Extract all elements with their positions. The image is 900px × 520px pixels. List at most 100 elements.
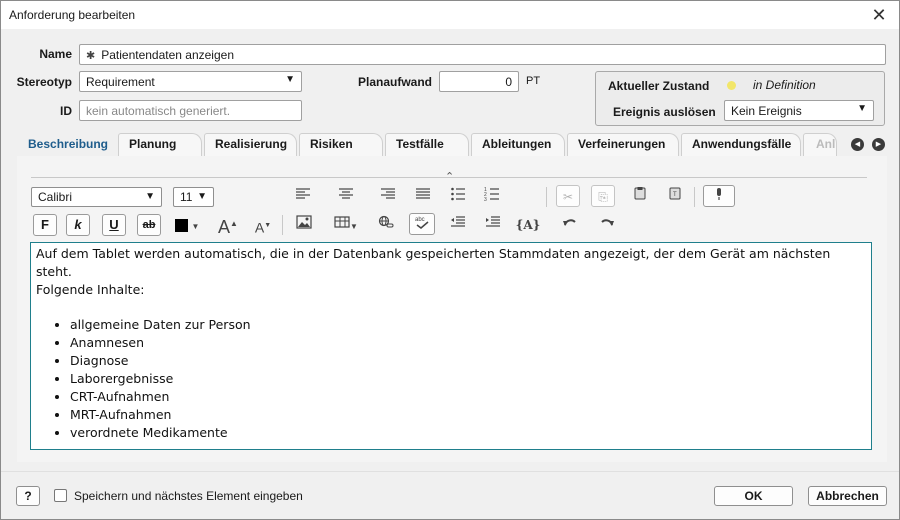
toolbar-divider xyxy=(31,177,867,178)
toolbar-separator xyxy=(546,187,547,207)
outdent-icon[interactable] xyxy=(446,214,470,236)
current-state-label: Aktueller Zustand xyxy=(608,79,710,93)
trigger-event-label: Ereignis auslösen xyxy=(613,105,716,119)
description-list: allgemeine Daten zur Person Anamnesen Di… xyxy=(70,316,866,442)
stereotype-value: Requirement xyxy=(86,75,155,89)
spellcheck-icon[interactable]: abc xyxy=(409,213,435,235)
table-icon[interactable]: ▼ xyxy=(329,214,363,236)
trigger-event-value: Kein Ereignis xyxy=(731,104,802,118)
plan-effort-label: Planaufwand xyxy=(357,75,432,89)
toolbar-separator xyxy=(694,187,695,207)
name-field[interactable]: ✱ Patientendaten anzeigen xyxy=(79,44,886,65)
tab-scroll-right-icon[interactable]: ▶ xyxy=(872,138,885,151)
help-button[interactable]: ? xyxy=(16,486,40,506)
svg-text:T: T xyxy=(673,192,677,198)
stereotype-label: Stereotyp xyxy=(16,75,72,89)
tab-ableitungen[interactable]: Ableitungen xyxy=(471,133,565,157)
name-label: Name xyxy=(39,47,72,61)
italic-button[interactable]: k xyxy=(66,214,90,236)
list-item: MRT-Aufnahmen xyxy=(70,406,866,424)
dialog-footer: ? Speichern und nächstes Element eingebe… xyxy=(1,471,899,519)
svg-text:3: 3 xyxy=(484,197,487,201)
plan-effort-field[interactable]: 0 xyxy=(439,71,519,92)
description-line-1: Auf dem Tablet werden automatisch, die i… xyxy=(36,246,831,279)
cancel-button[interactable]: Abbrechen xyxy=(808,486,887,506)
paste-icon[interactable] xyxy=(628,185,652,207)
grow-font-icon[interactable]: A▲ xyxy=(216,213,240,237)
tab-anwendungsfaelle[interactable]: Anwendungsfälle xyxy=(681,133,801,157)
close-icon[interactable]: ✕ xyxy=(867,5,891,25)
align-left-icon[interactable] xyxy=(291,186,315,208)
trigger-event-dropdown[interactable]: Kein Ereignis ▼ xyxy=(724,100,874,121)
name-value: Patientendaten anzeigen xyxy=(101,48,234,62)
underline-button[interactable]: U xyxy=(102,214,126,236)
bold-button[interactable]: F xyxy=(33,214,57,236)
align-justify-icon[interactable] xyxy=(411,186,435,208)
variable-icon[interactable]: {A} xyxy=(513,214,543,236)
font-family-dropdown[interactable]: Calibri ▼ xyxy=(31,187,162,207)
dropdown-arrow-icon: ▼ xyxy=(285,74,295,85)
bullet-list-icon[interactable] xyxy=(446,186,470,208)
copy-icon[interactable]: ⎘ xyxy=(591,185,615,207)
edit-requirement-dialog: Anforderung bearbeiten ✕ Name ✱ Patienten… xyxy=(0,0,900,520)
indent-icon[interactable] xyxy=(481,214,505,236)
dropdown-arrow-icon: ▼ xyxy=(857,103,867,114)
dropdown-arrow-icon: ▼ xyxy=(145,191,155,202)
dropdown-arrow-icon: ▼ xyxy=(197,191,207,202)
list-item: allgemeine Daten zur Person xyxy=(70,316,866,334)
svg-text:abc: abc xyxy=(415,217,425,223)
window-title: Anforderung bearbeiten xyxy=(9,8,136,22)
align-center-icon[interactable] xyxy=(334,186,358,208)
stereotype-dropdown[interactable]: Requirement ▼ xyxy=(79,71,302,92)
font-size-value: 11 xyxy=(180,190,193,204)
paste-text-icon[interactable]: T xyxy=(663,185,687,207)
description-editor[interactable]: Auf dem Tablet werden automatisch, die i… xyxy=(30,242,872,450)
tab-risiken[interactable]: Risiken xyxy=(299,133,383,157)
asterisk-icon: ✱ xyxy=(86,50,96,62)
grow-font-label: A xyxy=(218,217,231,237)
dropdown-arrow-icon: ▼ xyxy=(350,222,358,231)
cut-icon[interactable]: ✂ xyxy=(556,185,580,207)
ok-button[interactable]: OK xyxy=(714,486,793,506)
state-panel: Aktueller Zustand in Definition Ereignis… xyxy=(595,71,885,126)
undo-icon[interactable] xyxy=(558,214,582,236)
tab-scroll-left-icon[interactable]: ◀ xyxy=(851,138,864,151)
tab-anl[interactable]: Anl xyxy=(803,133,837,157)
image-icon[interactable] xyxy=(292,214,316,236)
tab-verfeinerungen[interactable]: Verfeinerungen xyxy=(567,133,679,157)
description-line-2: Folgende Inhalte: xyxy=(36,282,145,297)
tab-realisierung[interactable]: Realisierung xyxy=(204,133,297,157)
tab-planung[interactable]: Planung xyxy=(118,133,202,157)
shrink-font-label: A xyxy=(254,219,265,236)
font-family-value: Calibri xyxy=(38,190,73,204)
microphone-icon[interactable] xyxy=(703,185,735,207)
color-swatch xyxy=(174,219,188,233)
save-next-checkbox[interactable] xyxy=(54,489,67,502)
title-bar: Anforderung bearbeiten ✕ xyxy=(1,1,899,29)
current-state-value: in Definition xyxy=(753,78,816,92)
link-icon[interactable] xyxy=(374,214,398,236)
shrink-font-icon[interactable]: A▼ xyxy=(251,215,275,237)
numbered-list-icon[interactable]: 123 xyxy=(480,186,504,208)
state-indicator-dot xyxy=(727,81,736,90)
list-item: Anamnesen xyxy=(70,334,866,352)
list-item: CRT-Aufnahmen xyxy=(70,388,866,406)
dropdown-arrow-icon: ▼ xyxy=(191,222,200,231)
strikethrough-button[interactable]: ab xyxy=(137,214,161,236)
text-color-picker[interactable]: ▼ xyxy=(171,214,203,236)
align-right-icon[interactable] xyxy=(376,186,400,208)
id-label: ID xyxy=(60,104,72,118)
plan-effort-unit: PT xyxy=(526,75,541,87)
list-item: verordnete Medikamente xyxy=(70,424,866,442)
redo-icon[interactable] xyxy=(595,214,619,236)
list-item: Laborergebnisse xyxy=(70,370,866,388)
tab-testfaelle[interactable]: Testfälle xyxy=(385,133,469,157)
font-size-dropdown[interactable]: 11 ▼ xyxy=(173,187,214,207)
list-item: Diagnose xyxy=(70,352,866,370)
id-placeholder: kein automatisch generiert. xyxy=(86,104,231,118)
tab-beschreibung[interactable]: Beschreibung xyxy=(17,133,120,157)
tab-bar: Beschreibung Planung Realisierung Risike… xyxy=(17,133,887,157)
toolbar-separator xyxy=(282,215,283,235)
id-field[interactable]: kein automatisch generiert. xyxy=(79,100,302,121)
save-next-label: Speichern und nächstes Element eingeben xyxy=(74,489,303,503)
